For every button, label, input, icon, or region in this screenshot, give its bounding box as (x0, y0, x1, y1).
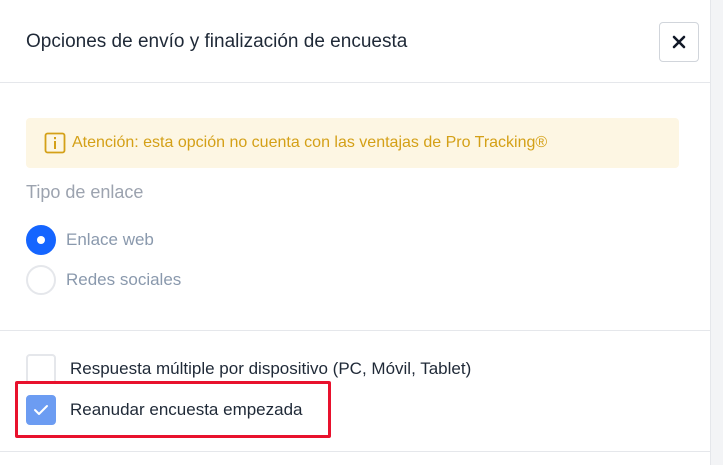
radio-label-social: Redes sociales (66, 270, 182, 289)
highlight-annotation (15, 381, 331, 438)
close-icon (672, 35, 686, 49)
scrollbar-track[interactable] (711, 0, 723, 465)
radio-web-link[interactable] (26, 225, 56, 255)
pro-tracking-alert: Atención: esta opción no cuenta con las … (26, 118, 679, 168)
link-type-title: Tipo de enlace (26, 182, 144, 202)
radio-option-web-link[interactable]: Enlace web (26, 225, 154, 255)
checkbox-label-multiple-response: Respuesta múltiple por dispositivo (PC, … (70, 359, 472, 378)
close-button[interactable] (659, 22, 699, 62)
radio-option-social[interactable]: Redes sociales (26, 265, 181, 295)
modal-header: Opciones de envío y finalización de encu… (0, 0, 711, 83)
survey-options-modal: Opciones de envío y finalización de encu… (0, 0, 711, 465)
checkbox-multiple-response[interactable] (26, 354, 56, 384)
bottom-divider (0, 451, 711, 452)
alert-text: Atención: esta opción no cuenta con las … (72, 134, 548, 151)
info-icon (44, 132, 66, 154)
section-divider (0, 330, 711, 331)
radio-social-networks[interactable] (26, 265, 56, 295)
radio-label-web-link: Enlace web (66, 230, 154, 249)
modal-title: Opciones de envío y finalización de encu… (26, 31, 408, 52)
checkbox-option-multiple-response[interactable]: Respuesta múltiple por dispositivo (PC, … (26, 354, 471, 384)
